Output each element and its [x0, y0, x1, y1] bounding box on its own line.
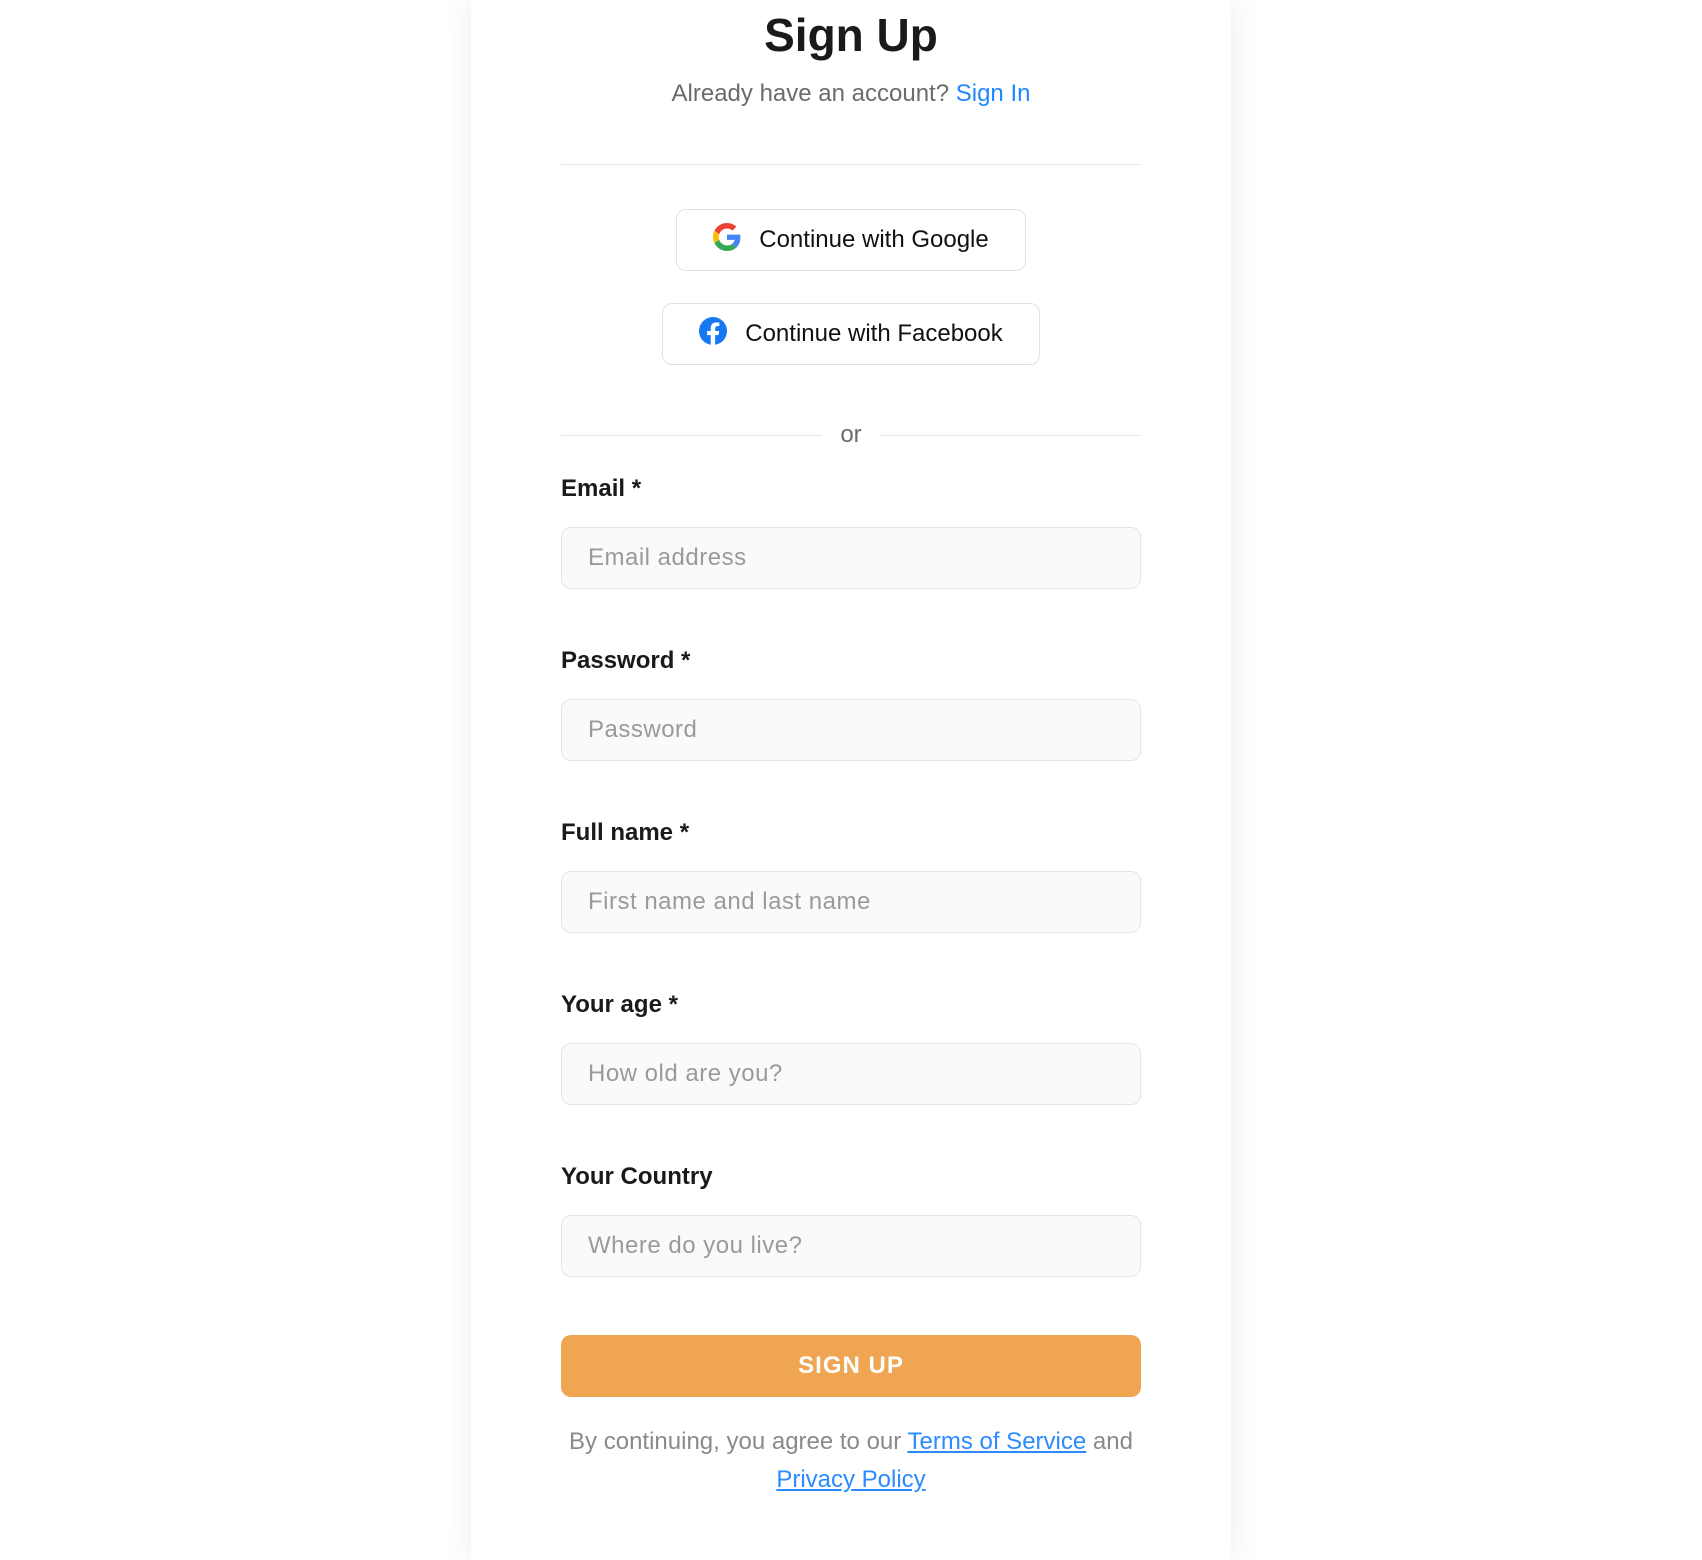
- facebook-button-label: Continue with Facebook: [745, 320, 1002, 348]
- google-button-label: Continue with Google: [759, 226, 988, 254]
- privacy-policy-link[interactable]: Privacy Policy: [776, 1466, 925, 1493]
- age-label: Your age *: [561, 991, 1141, 1019]
- fullname-label: Full name *: [561, 819, 1141, 847]
- google-icon: [713, 223, 741, 258]
- password-input[interactable]: [561, 699, 1141, 761]
- legal-text: By continuing, you agree to our Terms of…: [561, 1423, 1141, 1500]
- page-title: Sign Up: [561, 0, 1141, 62]
- legal-and: and: [1093, 1428, 1133, 1455]
- social-buttons: Continue with Google Continue with Faceb…: [561, 209, 1141, 365]
- continue-facebook-button[interactable]: Continue with Facebook: [662, 303, 1039, 365]
- email-label: Email *: [561, 475, 1141, 503]
- signin-link[interactable]: Sign In: [956, 80, 1031, 107]
- fullname-field-group: Full name *: [561, 819, 1141, 933]
- facebook-icon: [699, 317, 727, 352]
- terms-of-service-link[interactable]: Terms of Service: [908, 1428, 1087, 1455]
- signup-card: Sign Up Already have an account? Sign In…: [471, 0, 1231, 1560]
- country-label: Your Country: [561, 1163, 1141, 1191]
- divider-line-left: [561, 435, 822, 436]
- signup-button[interactable]: SIGN UP: [561, 1335, 1141, 1397]
- signin-prompt: Already have an account? Sign In: [561, 80, 1141, 108]
- or-divider: or: [561, 421, 1141, 449]
- country-field-group: Your Country: [561, 1163, 1141, 1277]
- age-input[interactable]: [561, 1043, 1141, 1105]
- continue-google-button[interactable]: Continue with Google: [676, 209, 1025, 271]
- already-have-text: Already have an account?: [672, 80, 956, 107]
- password-field-group: Password *: [561, 647, 1141, 761]
- divider-line-right: [880, 435, 1141, 436]
- password-label: Password *: [561, 647, 1141, 675]
- email-input[interactable]: [561, 527, 1141, 589]
- age-field-group: Your age *: [561, 991, 1141, 1105]
- divider-line-top: [561, 164, 1141, 165]
- divider-text: or: [840, 421, 861, 449]
- legal-prefix: By continuing, you agree to our: [569, 1428, 907, 1455]
- email-field-group: Email *: [561, 475, 1141, 589]
- fullname-input[interactable]: [561, 871, 1141, 933]
- country-input[interactable]: [561, 1215, 1141, 1277]
